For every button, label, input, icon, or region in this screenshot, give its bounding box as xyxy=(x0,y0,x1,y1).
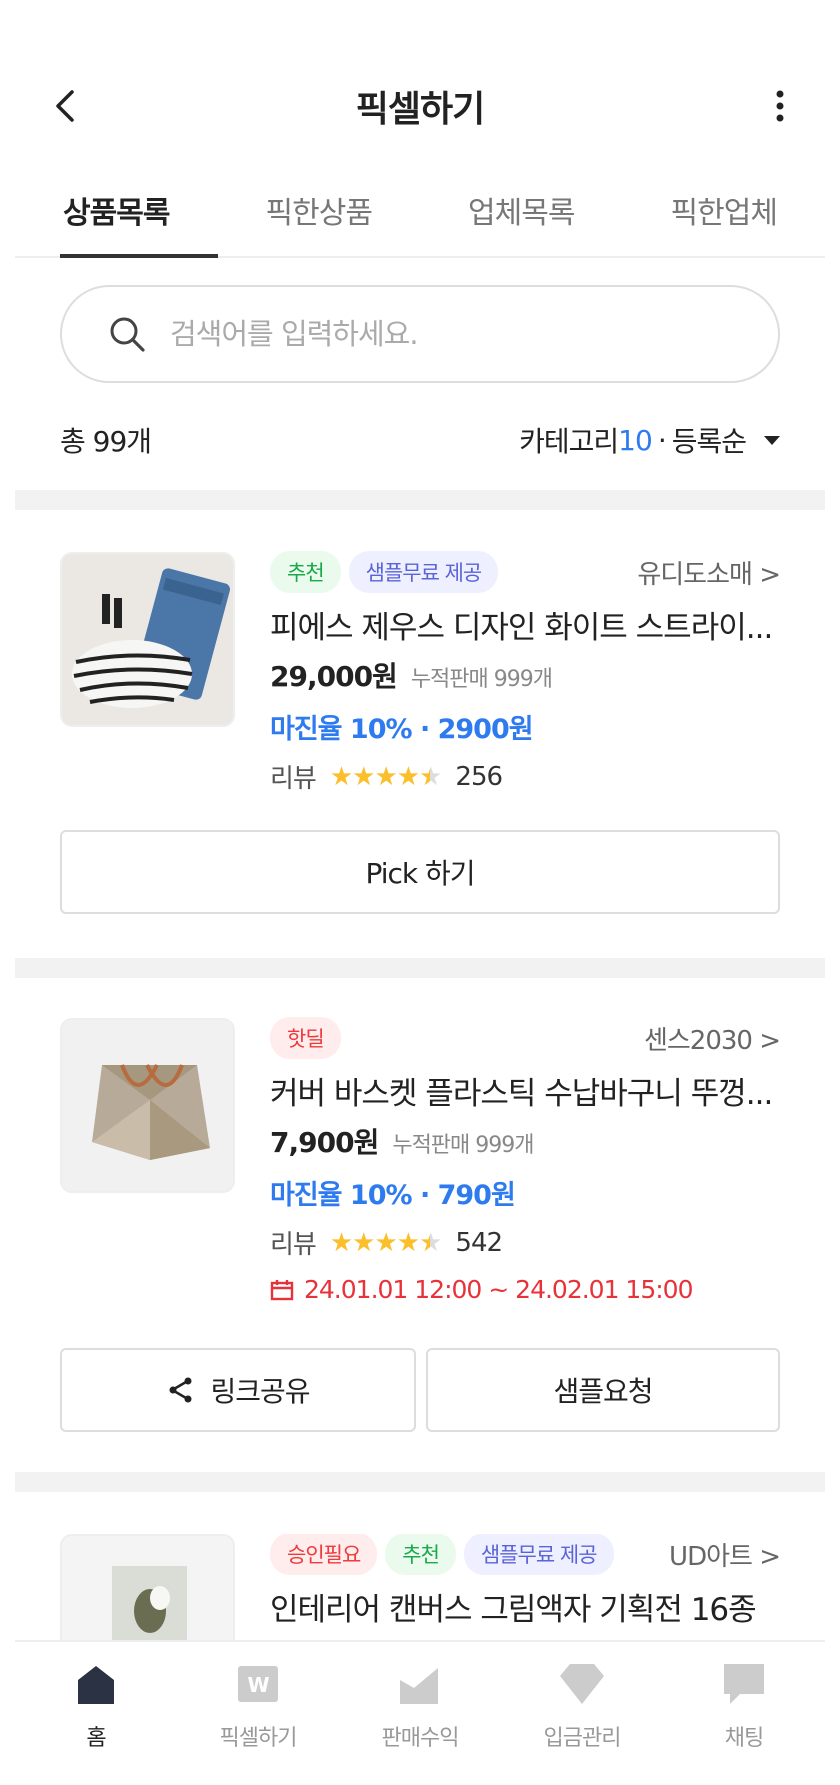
review-row: 리뷰 ★ ★ ★ ★ ★ 542 xyxy=(270,1224,780,1261)
tag-row: 승인필요 추천 샘플무료 제공 UD아트 > xyxy=(270,1534,780,1575)
star-icon: ★ xyxy=(352,1227,375,1258)
free-sample-tag: 샘플무료 제공 xyxy=(348,551,499,593)
chat-bubble-icon xyxy=(720,1660,768,1708)
search-input[interactable] xyxy=(170,317,730,351)
product-name[interactable]: 피에스 제우스 디자인 화이트 스트라이... xyxy=(270,602,780,647)
sample-request-button[interactable]: 샘플요청 xyxy=(426,1348,780,1432)
review-count: 542 xyxy=(455,1227,503,1258)
review-row: 리뷰 ★ ★ ★ ★ ★ 256 xyxy=(270,758,780,795)
star-icon: ★ xyxy=(329,761,353,792)
search-bar xyxy=(60,285,780,383)
hot-deal-tag: 핫딜 xyxy=(270,1017,341,1059)
product-card: 승인필요 추천 샘플무료 제공 UD아트 > 인테리어 캔버스 그림액자 기획전… xyxy=(60,1534,780,1644)
review-label: 리뷰 xyxy=(270,764,317,794)
section-divider xyxy=(15,490,825,510)
search-icon xyxy=(110,317,145,352)
product-name[interactable]: 인테리어 캔버스 그림액자 기획전 16종 xyxy=(270,1584,780,1629)
product-info: 핫딜 센스2030 > 커버 바스켓 플라스틱 수납바구니 뚜껑... 7,90… xyxy=(270,1017,781,1304)
star-rating: ★ ★ ★ ★ ★ xyxy=(329,761,443,792)
page-title: 픽셀하기 xyxy=(355,89,485,130)
sales-count: 누적판매 999개 xyxy=(410,667,553,692)
category-label: 카테고리 xyxy=(519,425,619,458)
approval-required-tag: 승인필요 xyxy=(270,1534,378,1575)
seller-link[interactable]: 유디도소매 > xyxy=(637,554,781,591)
product-info: 승인필요 추천 샘플무료 제공 UD아트 > 인테리어 캔버스 그림액자 기획전… xyxy=(270,1534,780,1629)
app-header: 픽셀하기 xyxy=(0,60,840,152)
diamond-icon xyxy=(558,1660,606,1708)
product-image[interactable] xyxy=(60,1534,235,1644)
nav-deposit[interactable]: 입금관리 xyxy=(501,1642,663,1785)
star-icon: ★ xyxy=(396,1227,420,1258)
star-icon: ★ xyxy=(352,761,375,792)
share-icon xyxy=(169,1377,192,1403)
list-summary: 총 99개 카테고리 10 · 등록순 xyxy=(60,420,780,460)
product-image[interactable] xyxy=(60,552,235,727)
share-link-button[interactable]: 링크공유 xyxy=(60,1348,416,1432)
recommend-tag: 추천 xyxy=(385,1534,456,1575)
star-icon: ★ xyxy=(329,1227,353,1258)
deal-period-text: 24.01.01 12:00 ~ 24.02.01 15:00 xyxy=(304,1275,693,1304)
section-divider xyxy=(15,958,825,978)
product-image[interactable] xyxy=(60,1018,235,1193)
sales-count: 누적판매 999개 xyxy=(392,1133,534,1158)
category-sort-dropdown[interactable]: 카테고리 10 · 등록순 xyxy=(519,420,780,460)
recommend-tag: 추천 xyxy=(270,551,341,593)
tab-vendor-list[interactable]: 업체목록 xyxy=(420,170,623,256)
nav-label: 픽셀하기 xyxy=(219,1726,298,1751)
seller-link[interactable]: UD아트 > xyxy=(669,1536,780,1573)
star-icon: ★ xyxy=(396,761,420,792)
pick-button[interactable]: Pick 하기 xyxy=(60,830,780,914)
caret-down-icon xyxy=(764,435,780,445)
deal-period: 24.01.01 12:00 ~ 24.02.01 15:00 xyxy=(270,1275,780,1304)
home-icon xyxy=(72,1660,120,1708)
tab-bar: 상품목록 픽한상품 업체목록 픽한업체 xyxy=(15,170,825,258)
star-icon: ★ xyxy=(374,761,397,792)
tag-row: 추천 샘플무료 제공 유디도소매 > xyxy=(270,551,781,593)
nav-chat[interactable]: 채팅 xyxy=(663,1642,825,1785)
share-link-label: 링크공유 xyxy=(210,1375,310,1408)
section-divider xyxy=(15,1472,825,1492)
nav-pixel[interactable]: W 픽셀하기 xyxy=(177,1642,339,1785)
star-icon: ★ xyxy=(374,1227,397,1258)
seller-link[interactable]: 센스2030 > xyxy=(644,1020,781,1057)
nav-label: 입금관리 xyxy=(543,1726,622,1751)
sort-order: 등록순 xyxy=(671,425,747,458)
nav-label: 홈 xyxy=(86,1726,106,1751)
nav-home[interactable]: 홈 xyxy=(15,1642,177,1785)
nav-label: 판매수익 xyxy=(381,1726,460,1751)
product-name[interactable]: 커버 바스켓 플라스틱 수납바구니 뚜껑... xyxy=(270,1068,780,1113)
product-card: 추천 샘플무료 제공 유디도소매 > 피에스 제우스 디자인 화이트 스트라이.… xyxy=(60,551,781,914)
chart-icon xyxy=(396,1660,444,1708)
review-label: 리뷰 xyxy=(270,1230,317,1260)
free-sample-tag: 샘플무료 제공 xyxy=(463,1534,614,1575)
nav-label: 채팅 xyxy=(724,1726,764,1751)
product-info: 추천 샘플무료 제공 유디도소매 > 피에스 제우스 디자인 화이트 스트라이.… xyxy=(270,551,781,795)
product-price: 29,000원 xyxy=(270,660,398,693)
price-row: 7,900원 누적판매 999개 xyxy=(270,1121,780,1161)
product-price: 7,900원 xyxy=(270,1126,379,1159)
won-card-icon: W xyxy=(234,1660,282,1708)
review-count: 256 xyxy=(455,761,503,792)
price-row: 29,000원 누적판매 999개 xyxy=(270,655,780,695)
calendar-icon xyxy=(270,1279,294,1300)
tab-picked-vendors[interactable]: 픽한업체 xyxy=(623,170,826,256)
sort-separator: · xyxy=(657,423,667,457)
bottom-navigation: 홈 W 픽셀하기 판매수익 입금관리 채팅 xyxy=(15,1640,825,1785)
tab-picked-products[interactable]: 픽한상품 xyxy=(218,170,421,256)
margin-rate: 마진율 10% · 790원 xyxy=(270,1180,516,1211)
total-count: 총 99개 xyxy=(60,425,152,458)
half-star-icon: ★ xyxy=(419,761,442,792)
nav-revenue[interactable]: 판매수익 xyxy=(339,1642,501,1785)
star-rating: ★ ★ ★ ★ ★ xyxy=(329,1227,443,1258)
half-star-icon: ★ xyxy=(419,1227,442,1258)
product-card: 핫딜 센스2030 > 커버 바스켓 플라스틱 수납바구니 뚜껑... 7,90… xyxy=(60,1017,781,1432)
more-vertical-icon[interactable] xyxy=(760,86,800,126)
tab-product-list[interactable]: 상품목록 xyxy=(15,170,218,258)
tag-row: 핫딜 센스2030 > xyxy=(270,1017,781,1059)
margin-rate: 마진율 10% · 2900원 xyxy=(270,714,534,745)
svg-text:W: W xyxy=(247,1673,269,1697)
category-count: 10 xyxy=(618,423,653,457)
